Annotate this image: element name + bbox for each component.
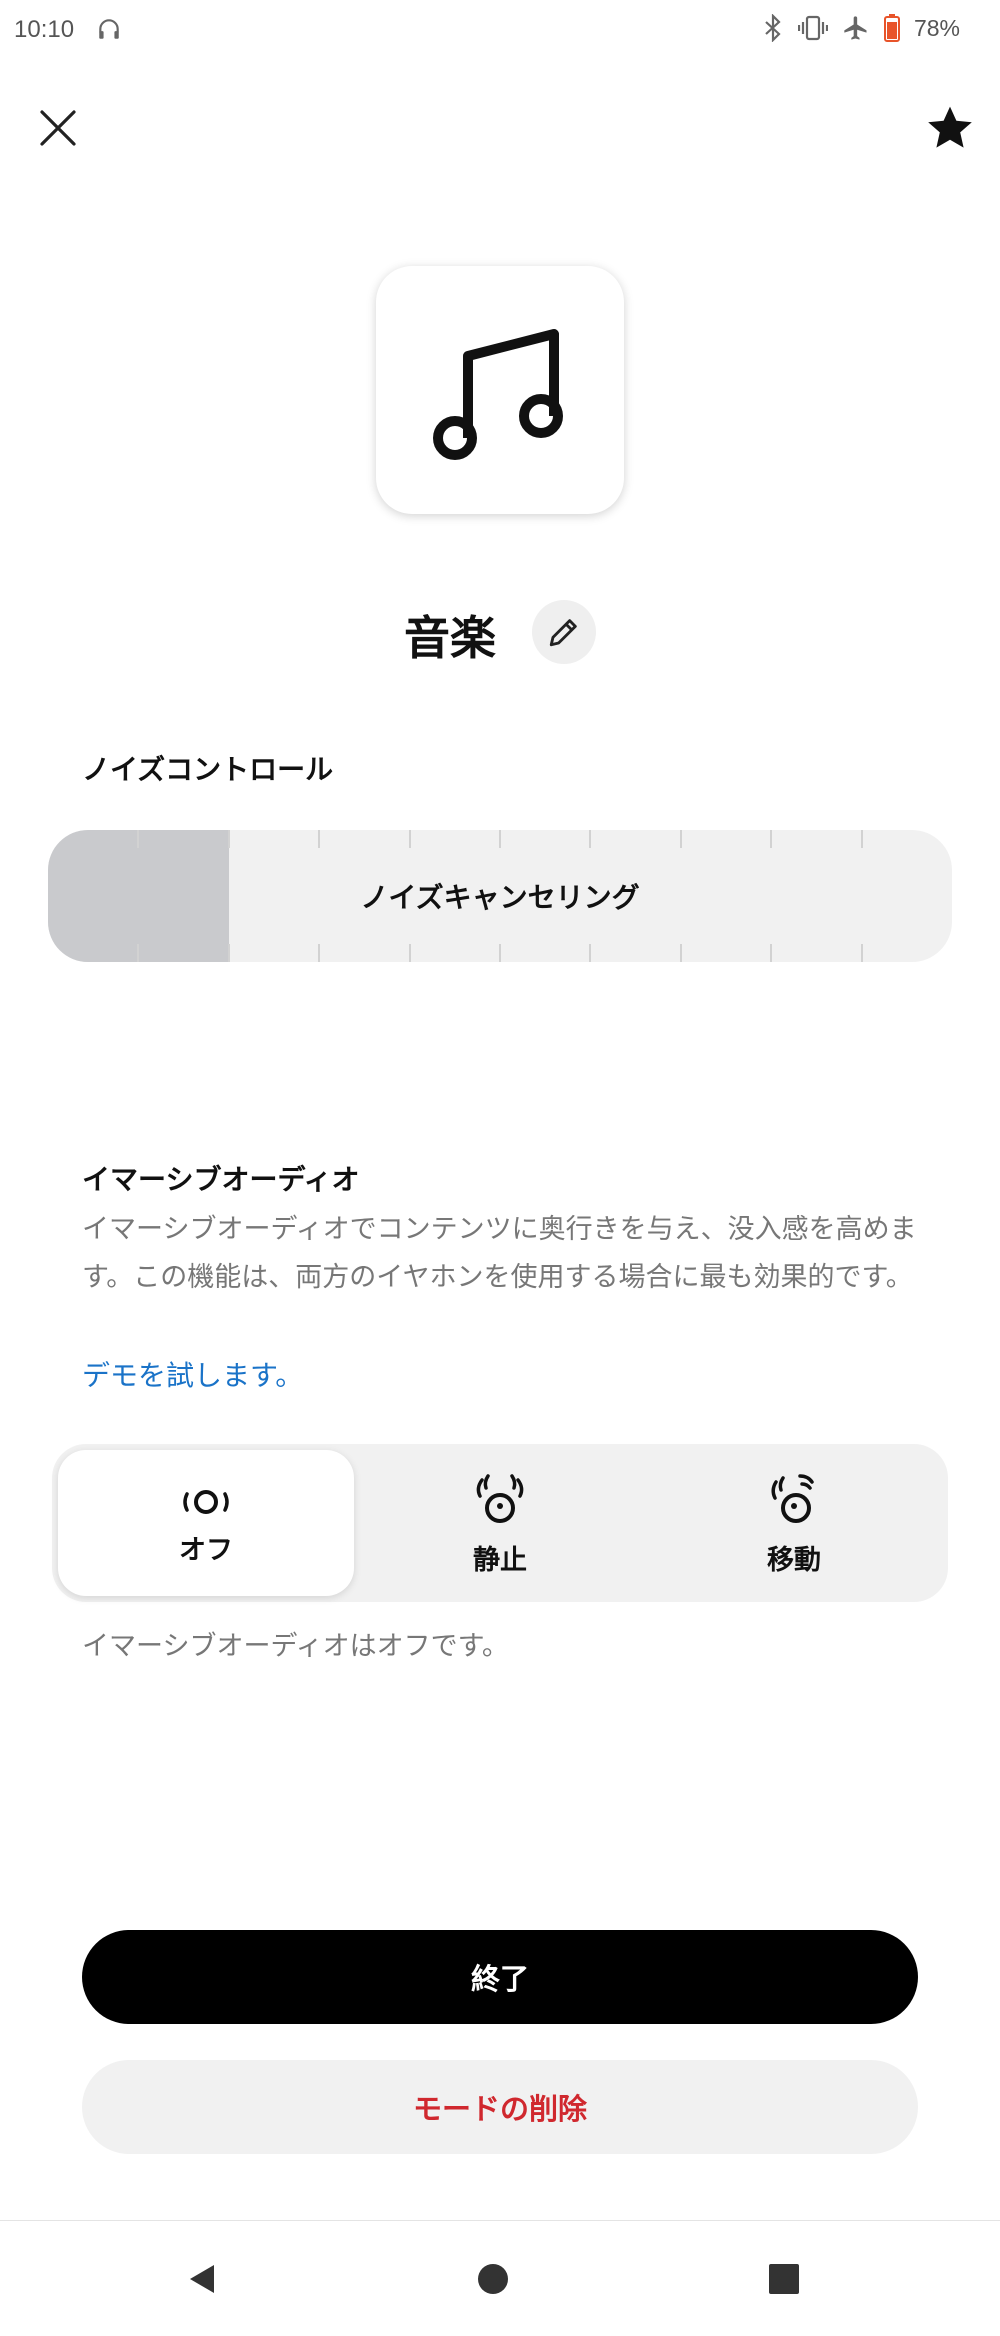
recents-button[interactable] — [758, 2253, 810, 2305]
close-button[interactable] — [30, 100, 86, 156]
battery-icon — [883, 14, 900, 42]
option-motion-label: 移動 — [767, 1544, 821, 1576]
status-bar: 10:10 78% — [0, 0, 1000, 64]
status-icons: 78% — [762, 14, 960, 42]
recents-icon — [769, 2264, 799, 2294]
option-motion[interactable]: 移動 — [646, 1450, 942, 1596]
immersive-audio-description: イマーシブオーディオでコンテンツに奥行きを与え、没入感を高めます。この機能は、両… — [82, 1214, 917, 1293]
battery-percent: 78% — [913, 14, 960, 41]
mode-title-row: 音楽 — [0, 598, 1000, 668]
audio-still-icon — [476, 1473, 524, 1523]
demo-link[interactable]: デモを試します。 — [82, 1354, 303, 1394]
delete-mode-button[interactable]: モードの削除 — [82, 2060, 918, 2154]
close-icon — [40, 110, 76, 146]
audio-off-icon — [183, 1489, 229, 1514]
star-icon — [928, 106, 972, 148]
music-note-icon — [433, 329, 563, 460]
back-icon — [190, 2265, 214, 2293]
home-button[interactable] — [467, 2253, 519, 2305]
edit-title-button[interactable] — [532, 600, 596, 664]
home-icon — [478, 2264, 508, 2294]
mode-title: 音楽 — [404, 611, 496, 665]
noise-control-slider[interactable]: ノイズキャンセリング — [48, 830, 952, 962]
option-off[interactable]: オフ — [58, 1450, 354, 1596]
headphones-icon — [99, 19, 119, 39]
immersive-audio-label: イマーシブオーディオ — [82, 1163, 360, 1196]
option-still-label: 静止 — [473, 1544, 527, 1576]
option-still[interactable]: 静止 — [352, 1450, 648, 1596]
noise-control-setting: ノイズキャンセリング — [360, 881, 640, 914]
status-time: 10:10 — [14, 16, 75, 43]
noise-control-label: ノイズコントロール — [82, 753, 334, 786]
back-button[interactable] — [176, 2253, 228, 2305]
favorite-button[interactable] — [922, 100, 978, 156]
pencil-icon — [549, 619, 577, 647]
mode-icon-card — [376, 266, 624, 514]
system-nav-bar — [0, 2220, 1000, 2336]
immersive-audio-status: イマーシブオーディオはオフです。 — [82, 1631, 509, 1662]
airplane-icon — [844, 16, 867, 40]
audio-motion-icon — [771, 1473, 814, 1523]
immersive-audio-selector: オフ 静止 移動 — [52, 1444, 948, 1602]
bluetooth-icon — [765, 14, 781, 42]
option-off-label: オフ — [179, 1534, 233, 1566]
finish-button[interactable]: 終了 — [82, 1930, 918, 2024]
vibrate-icon — [797, 15, 828, 41]
